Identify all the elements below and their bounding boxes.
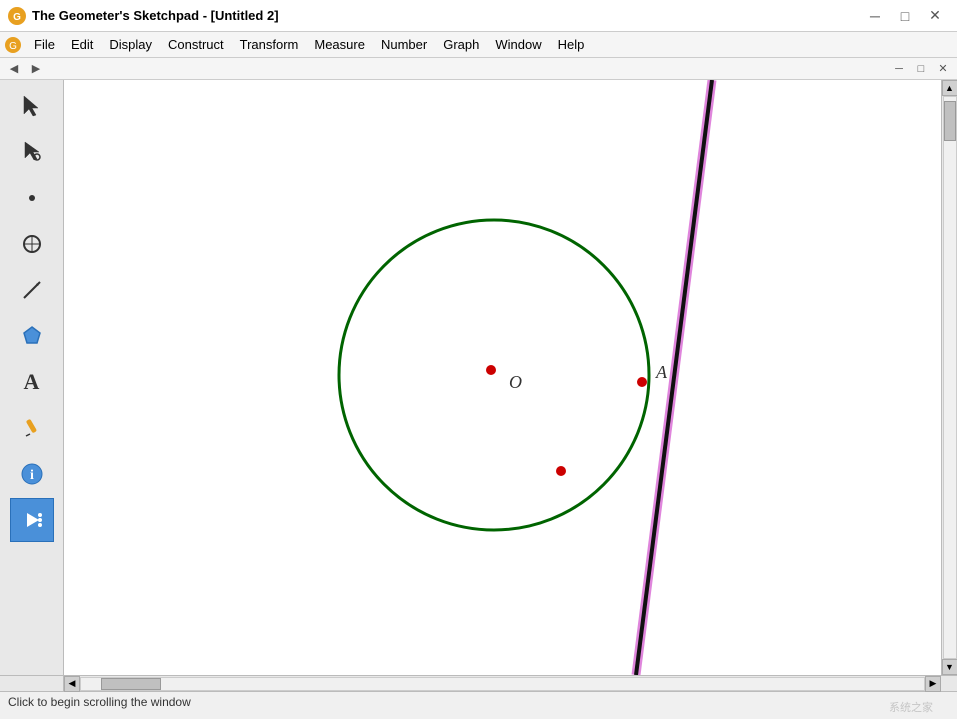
- v-scroll-thumb[interactable]: [944, 101, 956, 141]
- marker-tool[interactable]: [10, 406, 54, 450]
- svg-text:O: O: [509, 372, 522, 392]
- app-icon: G: [8, 7, 26, 25]
- sub-forward-button[interactable]: ▶: [26, 60, 46, 78]
- line-tool[interactable]: [10, 268, 54, 312]
- h-scrollbar-end: [941, 676, 957, 691]
- menu-help[interactable]: Help: [550, 35, 593, 54]
- point-tool[interactable]: [10, 176, 54, 220]
- sketch-svg: O A: [64, 80, 941, 675]
- h-scrollbar: ◀ ▶: [64, 676, 941, 691]
- menu-construct[interactable]: Construct: [160, 35, 232, 54]
- h-scroll-thumb[interactable]: [101, 678, 161, 690]
- sub-minimize-button[interactable]: ─: [889, 60, 909, 78]
- menu-number[interactable]: Number: [373, 35, 435, 54]
- svg-text:G: G: [13, 12, 21, 23]
- menu-logo: G: [4, 36, 22, 54]
- info-tool[interactable]: i: [10, 452, 54, 496]
- menu-items-container: G: [4, 36, 26, 54]
- menu-measure[interactable]: Measure: [306, 35, 373, 54]
- svg-text:A: A: [655, 362, 668, 382]
- watermark: 系统之家: [889, 699, 933, 715]
- title-bar-controls[interactable]: ─ □ ✕: [861, 4, 949, 28]
- text-tool[interactable]: A: [10, 360, 54, 404]
- toolbar: A i: [0, 80, 64, 675]
- minimize-button[interactable]: ─: [861, 4, 889, 28]
- sub-maximize-button[interactable]: □: [911, 60, 931, 78]
- status-bar: Click to begin scrolling the window 系统之家: [0, 691, 957, 711]
- menu-window[interactable]: Window: [487, 35, 549, 54]
- h-scrollbar-spacer: [0, 676, 64, 691]
- select-tool[interactable]: [10, 84, 54, 128]
- point-select-tool[interactable]: [10, 130, 54, 174]
- scroll-right-button[interactable]: ▶: [925, 676, 941, 692]
- menu-bar: G File Edit Display Construct Transform …: [0, 32, 957, 58]
- sub-close-button[interactable]: ✕: [933, 60, 953, 78]
- menu-graph[interactable]: Graph: [435, 35, 487, 54]
- compass-tool[interactable]: [10, 222, 54, 266]
- animate-tool[interactable]: [10, 498, 54, 542]
- title-bar: G The Geometer's Sketchpad - [Untitled 2…: [0, 0, 957, 32]
- scroll-up-button[interactable]: ▲: [942, 80, 957, 96]
- menu-transform[interactable]: Transform: [232, 35, 307, 54]
- svg-text:G: G: [9, 41, 17, 52]
- sub-menu-bar: ◀ ▶ ─ □ ✕: [0, 58, 957, 80]
- title-text: The Geometer's Sketchpad - [Untitled 2]: [32, 8, 279, 23]
- maximize-button[interactable]: □: [891, 4, 919, 28]
- menu-file[interactable]: File: [26, 35, 63, 54]
- title-bar-left: G The Geometer's Sketchpad - [Untitled 2…: [8, 7, 279, 25]
- canvas-area[interactable]: O A: [64, 80, 941, 675]
- scroll-down-button[interactable]: ▼: [942, 659, 957, 675]
- svg-text:i: i: [30, 468, 34, 483]
- sub-back-button[interactable]: ◀: [4, 60, 24, 78]
- menu-display[interactable]: Display: [101, 35, 160, 54]
- h-scrollbar-row: ◀ ▶: [0, 675, 957, 691]
- scroll-left-button[interactable]: ◀: [64, 676, 80, 692]
- menu-edit[interactable]: Edit: [63, 35, 101, 54]
- status-text: Click to begin scrolling the window: [8, 695, 191, 709]
- v-scroll-track[interactable]: [943, 96, 957, 659]
- close-button[interactable]: ✕: [921, 4, 949, 28]
- h-scroll-track[interactable]: [80, 677, 925, 691]
- v-scrollbar: ▲ ▼: [941, 80, 957, 675]
- polygon-tool[interactable]: [10, 314, 54, 358]
- main-layout: A i: [0, 80, 957, 675]
